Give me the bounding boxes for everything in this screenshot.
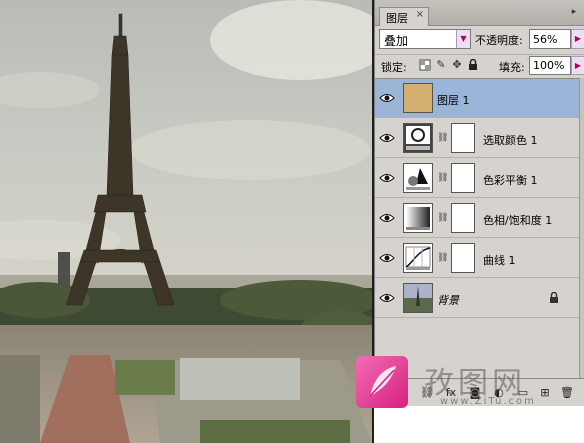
color-balance-icon bbox=[403, 163, 433, 193]
background-thumbnail bbox=[403, 283, 433, 313]
tab-layers[interactable]: 图层 × bbox=[379, 7, 429, 26]
layer-thumbnail bbox=[403, 83, 433, 113]
layer-row-color-balance[interactable]: ⛓ 色彩平衡 1 bbox=[375, 159, 579, 198]
lock-all-icon[interactable] bbox=[467, 58, 479, 71]
layer-name[interactable]: 图层 1 bbox=[437, 92, 470, 108]
tab-layers-label: 图层 bbox=[386, 12, 408, 25]
layer-row-selective-color[interactable]: ⛓ 选取颜色 1 bbox=[375, 119, 579, 158]
layer-name[interactable]: 色彩平衡 1 bbox=[483, 172, 538, 188]
lock-move-icon[interactable]: ✥ bbox=[451, 59, 463, 71]
eye-icon[interactable] bbox=[379, 171, 395, 185]
watermark-logo bbox=[356, 356, 408, 408]
layer-row-background[interactable]: 背景 bbox=[375, 279, 579, 318]
blend-mode-select[interactable]: 叠加 ▼ bbox=[379, 29, 471, 49]
lock-label: 锁定: bbox=[381, 61, 407, 74]
hue-saturation-icon bbox=[403, 203, 433, 233]
new-layer-icon[interactable]: ⊞ bbox=[537, 385, 553, 401]
layer-mask-thumbnail[interactable] bbox=[451, 123, 475, 153]
layers-panel: 图层 × ▸ 叠加 ▼ 不透明度: 56% ▶ 锁定: ✎ ✥ 填充: 100%… bbox=[374, 0, 584, 406]
layer-name[interactable]: 选取颜色 1 bbox=[483, 132, 538, 148]
layer-name[interactable]: 色相/饱和度 1 bbox=[483, 212, 552, 228]
eiffel-tower-photo bbox=[0, 0, 372, 443]
link-chain-icon[interactable]: ⛓ bbox=[437, 212, 448, 225]
blend-opacity-row: 叠加 ▼ 不透明度: 56% ▶ bbox=[375, 27, 584, 51]
layer-row-hue-saturation[interactable]: ⛓ 色相/饱和度 1 bbox=[375, 199, 579, 238]
eye-icon[interactable] bbox=[379, 291, 395, 305]
fill-label: 填充: bbox=[499, 61, 525, 74]
eye-icon[interactable] bbox=[379, 131, 395, 145]
lock-fill-row: 锁定: ✎ ✥ 填充: 100% ▶ bbox=[375, 54, 584, 76]
curves-icon bbox=[403, 243, 433, 273]
blend-mode-value: 叠加 bbox=[384, 34, 409, 48]
layer-mask-thumbnail[interactable] bbox=[451, 243, 475, 273]
eye-icon[interactable] bbox=[379, 211, 395, 225]
link-chain-icon[interactable]: ⛓ bbox=[437, 172, 448, 185]
lock-icon bbox=[550, 292, 558, 303]
lock-transparency-icon[interactable] bbox=[419, 59, 431, 71]
lock-brush-icon[interactable]: ✎ bbox=[435, 59, 447, 71]
selective-color-icon bbox=[403, 123, 433, 153]
opacity-label: 不透明度: bbox=[475, 34, 523, 47]
panel-bottom-area bbox=[374, 406, 584, 443]
layer-name[interactable]: 背景 bbox=[437, 292, 459, 308]
canvas-photo[interactable] bbox=[0, 0, 372, 443]
layer-name[interactable]: 曲线 1 bbox=[483, 252, 516, 268]
layer-row-layer1[interactable]: 图层 1 bbox=[375, 79, 579, 118]
layer-mask-thumbnail[interactable] bbox=[451, 163, 475, 193]
link-chain-icon[interactable]: ⛓ bbox=[437, 252, 448, 265]
layer-row-curves[interactable]: ⛓ 曲线 1 bbox=[375, 239, 579, 278]
layers-scrollbar[interactable] bbox=[579, 78, 584, 378]
link-chain-icon[interactable]: ⛓ bbox=[437, 132, 448, 145]
fill-slider-arrow-icon[interactable]: ▶ bbox=[571, 56, 584, 75]
panel-menu-icon[interactable]: ▸ bbox=[567, 7, 581, 20]
opacity-slider-arrow-icon[interactable]: ▶ bbox=[571, 29, 584, 49]
chevron-down-icon[interactable]: ▼ bbox=[456, 30, 470, 48]
eye-icon[interactable] bbox=[379, 91, 395, 105]
close-icon[interactable]: × bbox=[416, 9, 424, 20]
layer-mask-thumbnail[interactable] bbox=[451, 203, 475, 233]
layers-list: 图层 1 ⛓ 选取颜色 1 ⛓ 色彩平衡 1 ⛓ 色相/饱和度 1 ⛓ 曲线 1… bbox=[375, 78, 579, 378]
eye-icon[interactable] bbox=[379, 251, 395, 265]
opacity-input[interactable]: 56% bbox=[529, 29, 571, 49]
fill-input[interactable]: 100% bbox=[529, 56, 571, 75]
watermark-url: www.ZiTu.com bbox=[440, 396, 536, 407]
panel-tab-bar: 图层 × ▸ bbox=[375, 0, 584, 26]
trash-icon[interactable]: 🗑 bbox=[559, 385, 575, 401]
